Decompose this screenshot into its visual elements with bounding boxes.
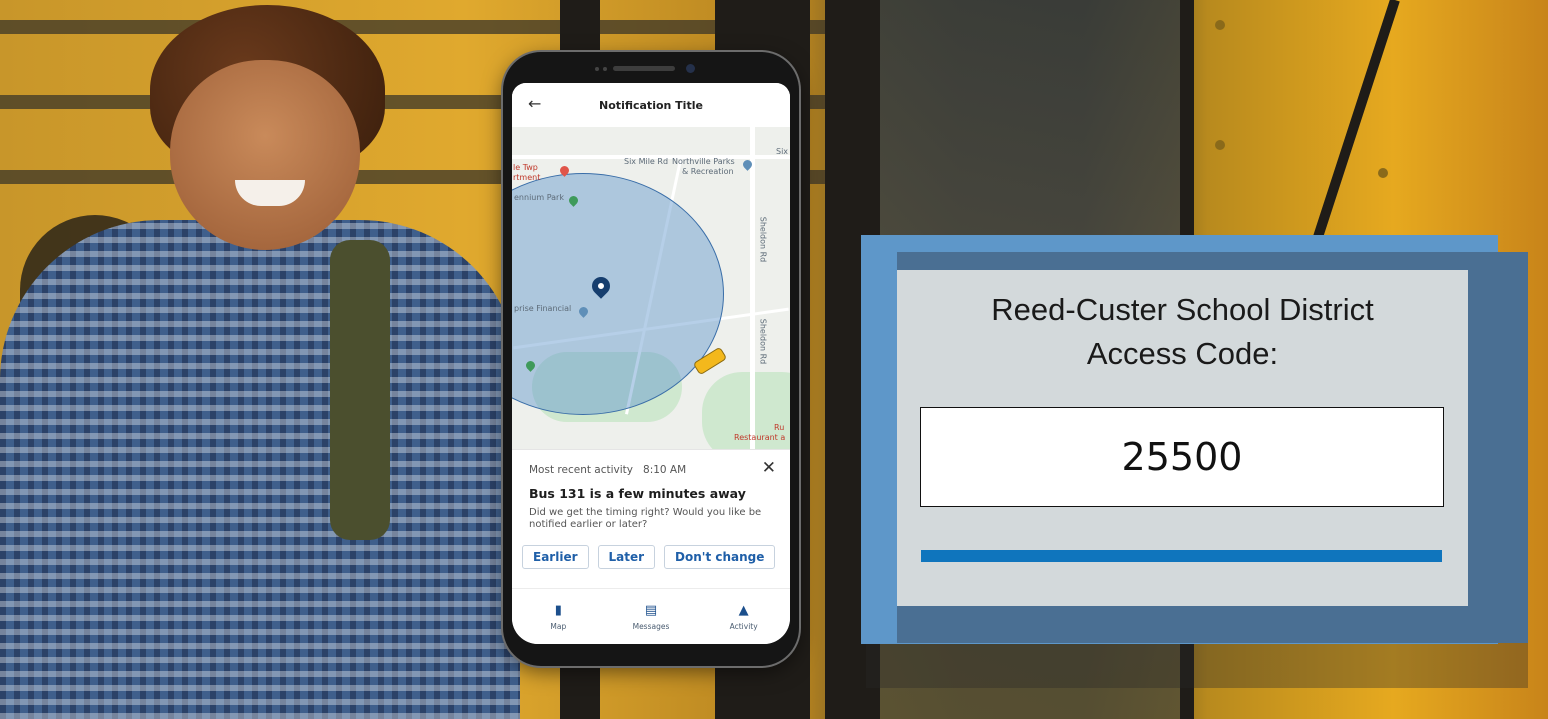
tab-messages[interactable]: ▤ Messages	[611, 603, 691, 631]
road	[750, 127, 755, 449]
map-label: Sheldon Rd	[758, 318, 768, 365]
tab-activity[interactable]: ▲ Activity	[704, 603, 784, 631]
map-icon: ▮	[554, 602, 562, 618]
earlier-button[interactable]: Earlier	[522, 545, 589, 569]
later-button[interactable]: Later	[597, 545, 656, 569]
activity-sheet: Most recent activity 8:10 AM ✕ Bus 131 is…	[512, 449, 790, 590]
district-name: Reed-Custer School District	[991, 292, 1374, 327]
district-heading: Reed-Custer School District Access Code:	[897, 288, 1468, 376]
access-code-box[interactable]: 25500	[920, 407, 1444, 507]
app-header: ← Notification Title	[512, 83, 790, 128]
tab-label: Messages	[632, 621, 670, 631]
notification-body: Did we get the timing right? Would you l…	[529, 507, 762, 530]
bell-icon: ▲	[738, 602, 749, 618]
dont-change-button[interactable]: Don't change	[664, 545, 776, 569]
map-label: & Recreation	[682, 167, 734, 176]
rivet	[1215, 20, 1225, 30]
map-view[interactable]: Six Mile Rd Northville Parks & Recreatio…	[512, 127, 790, 449]
phone-camera	[686, 64, 695, 73]
child-shirt	[0, 220, 520, 719]
rivet	[1215, 140, 1225, 150]
tab-label: Activity	[729, 621, 758, 631]
access-code-card: Reed-Custer School District Access Code:…	[897, 270, 1468, 606]
map-label: Six Mile Rd	[624, 157, 669, 166]
notification-headline: Bus 131 is a few minutes away	[529, 486, 746, 501]
map-label: Restaurant a	[734, 433, 786, 442]
app-title: Notification Title	[599, 98, 703, 112]
tab-label: Map	[550, 621, 567, 631]
map-label: Northville Parks	[672, 157, 735, 166]
phone-sensor	[595, 67, 599, 71]
geofence-circle	[512, 173, 724, 415]
bottom-tab-bar: ▮ Map ▤ Messages ▲ Activity	[512, 588, 790, 644]
accent-bar	[921, 550, 1442, 562]
map-label: Sheldon Rd	[758, 216, 768, 263]
map-label: Six	[776, 147, 789, 156]
map-label: ennium Park	[514, 193, 564, 202]
door-rail	[1312, 0, 1400, 240]
access-code-label: Access Code:	[1086, 336, 1279, 371]
rivet	[1378, 168, 1388, 178]
backpack-strap	[330, 240, 390, 540]
back-arrow-icon[interactable]: ←	[528, 94, 541, 113]
map-label: prise Financial	[514, 304, 572, 313]
phone-speaker	[613, 66, 675, 71]
message-icon: ▤	[644, 602, 658, 618]
recent-activity-label: Most recent activity	[529, 464, 634, 476]
map-label: le Twp	[513, 163, 538, 172]
recent-activity-time: 8:10 AM	[643, 464, 687, 476]
map-label: rtment	[513, 173, 541, 182]
child-face	[170, 60, 360, 250]
phone-sensor	[603, 67, 607, 71]
tab-map[interactable]: ▮ Map	[518, 603, 598, 631]
map-label: Ru	[774, 423, 785, 432]
phone-screen: ← Notification Title Six Mile Rd Northvi…	[512, 83, 790, 644]
close-icon[interactable]: ✕	[762, 458, 776, 478]
timing-buttons: Earlier Later Don't change	[522, 545, 776, 569]
recent-activity-row: Most recent activity 8:10 AM	[529, 464, 686, 476]
access-code-value: 25500	[1121, 435, 1243, 479]
phone-mockup: ← Notification Title Six Mile Rd Northvi…	[503, 52, 799, 666]
